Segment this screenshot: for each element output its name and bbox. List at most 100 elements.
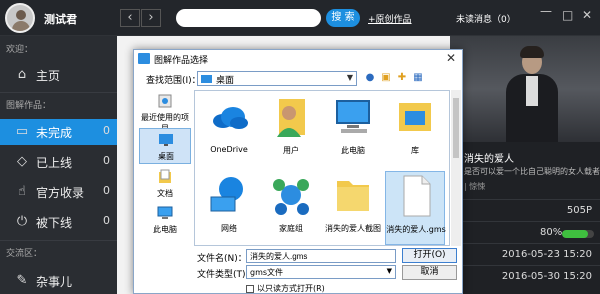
sidebar-item-official[interactable]: ☝ 官方收录 0 xyxy=(0,179,117,205)
dialog-title-bar[interactable]: 图解作品选择 ✕ xyxy=(134,50,462,68)
file-list-scrollbar[interactable] xyxy=(451,90,461,246)
top-bar: 测试君 ‹ › 搜 索 +原创作品 未读消息（0） — □ ✕ xyxy=(0,0,600,36)
file-label: 消失的爱人.gms xyxy=(386,225,446,234)
cancel-button[interactable]: 取消 xyxy=(402,265,457,280)
homegroup-icon xyxy=(273,179,309,215)
back-arrow-icon[interactable]: ● xyxy=(363,71,377,85)
date-row-2: 2016-05-30 15:20 xyxy=(450,265,600,287)
place-recent[interactable]: 最近使用的项目 xyxy=(139,90,191,133)
dialog-close-button[interactable]: ✕ xyxy=(446,51,456,65)
file-gms[interactable]: 消失的爱人.gms xyxy=(385,171,446,245)
unread-messages-link[interactable]: 未读消息（0） xyxy=(456,12,516,25)
date-row-1: 2016-05-23 15:20 xyxy=(450,243,600,265)
work-poster-image[interactable] xyxy=(450,36,600,142)
work-tags: | 惊悚 xyxy=(464,182,486,191)
sidebar-item-label: 被下线 xyxy=(36,216,73,230)
file-onedrive[interactable]: OneDrive xyxy=(199,93,259,167)
place-documents[interactable]: 文档 xyxy=(139,166,191,202)
publish-original-link[interactable]: +原创作品 xyxy=(368,12,412,25)
look-in-label: 查找范围(I)： xyxy=(146,76,201,86)
chevron-down-icon: ▼ xyxy=(346,73,353,82)
works-section-label: 图解作品： xyxy=(6,101,52,111)
open-button[interactable]: 打开(O) xyxy=(402,248,457,263)
view-menu-icon[interactable]: ▦ xyxy=(411,71,425,85)
filetype-value: gms文件 xyxy=(250,268,284,277)
file-label: 此电脑 xyxy=(341,146,365,155)
sidebar-item-home[interactable]: ⌂ 主页 xyxy=(0,62,117,88)
thumb-up-icon: ☝ xyxy=(18,184,26,199)
sidebar-item-online[interactable]: ◇ 已上线 0 xyxy=(0,149,117,175)
progress-percent: 80% xyxy=(540,227,563,238)
desktop-folder-icon xyxy=(201,75,212,83)
place-label: 桌面 xyxy=(158,152,174,161)
chat-icon: ✎ xyxy=(16,273,28,288)
filetype-select[interactable]: gms文件 ▼ xyxy=(246,265,396,279)
close-button[interactable]: ✕ xyxy=(582,8,592,22)
folder-icon xyxy=(337,181,369,211)
maximize-button[interactable]: □ xyxy=(562,8,573,22)
this-pc-icon xyxy=(157,206,173,219)
avatar[interactable] xyxy=(5,3,35,33)
exchange-section-label: 交流区： xyxy=(6,249,43,259)
welcome-label: 欢迎： xyxy=(6,45,34,55)
minimize-button[interactable]: — xyxy=(540,4,552,18)
file-list: OneDrive 用户 此电脑 库 网络 家庭组 消失的爱人截图 消失的爱人.g… xyxy=(194,90,450,246)
tag-icon: ◇ xyxy=(17,154,27,169)
place-desktop[interactable]: 桌面 xyxy=(139,128,191,164)
sidebar-item-unfinished[interactable]: ▭ 未完成 0 xyxy=(0,119,117,145)
readonly-checkbox[interactable] xyxy=(246,284,254,293)
recent-icon xyxy=(158,94,172,108)
username: 测试君 xyxy=(44,13,77,26)
look-in-select[interactable]: 桌面 ▼ xyxy=(197,71,357,86)
sidebar-item-count: 0 xyxy=(103,214,110,227)
home-icon: ⌂ xyxy=(17,67,27,82)
work-size: 505P xyxy=(566,205,592,216)
search-button[interactable]: 搜 索 xyxy=(326,9,360,27)
file-library[interactable]: 库 xyxy=(385,93,445,167)
sidebar-item-label: 主页 xyxy=(36,69,61,83)
file-label: 库 xyxy=(411,146,419,155)
look-in-value: 桌面 xyxy=(216,76,235,86)
back-button[interactable]: ‹ xyxy=(120,9,140,27)
sidebar: 欢迎： ⌂ 主页 图解作品： ▭ 未完成 0 ◇ 已上线 0 ☝ 官方收录 0 … xyxy=(0,36,117,294)
desktop-icon xyxy=(159,134,173,146)
documents-icon xyxy=(159,169,171,183)
app-window: 测试君 ‹ › 搜 索 +原创作品 未读消息（0） — □ ✕ 欢迎： ⌂ 主页… xyxy=(0,0,600,294)
onedrive-icon xyxy=(213,107,248,129)
readonly-checkbox-row[interactable]: 以只读方式打开(R) xyxy=(246,283,325,294)
places-bar: 最近使用的项目 桌面 文档 此电脑 xyxy=(139,90,191,240)
file-label: 网络 xyxy=(221,224,237,233)
file-network[interactable]: 网络 xyxy=(199,171,259,245)
file-screenshots-folder[interactable]: 消失的爱人截图 xyxy=(323,171,383,245)
sidebar-item-count: 0 xyxy=(103,154,110,167)
work-date-1: 2016-05-23 15:20 xyxy=(501,249,592,260)
place-label: 此电脑 xyxy=(153,225,177,234)
file-label: OneDrive xyxy=(210,145,248,154)
new-folder-icon[interactable]: ✚ xyxy=(395,71,409,85)
search-input[interactable] xyxy=(176,9,321,27)
monitor-icon: ▭ xyxy=(15,124,29,139)
work-detail-panel: 消失的爱人 是否可以爱一个比自己聪明的女人载者嫁 | 惊悚 505P 80% 2… xyxy=(450,36,600,294)
up-folder-icon[interactable]: ▣ xyxy=(379,71,393,85)
file-icon xyxy=(403,175,431,217)
computer-icon xyxy=(336,100,370,133)
sidebar-item-offline[interactable]: ⏻ 被下线 0 xyxy=(0,209,117,235)
filename-label: 文件名(N)： xyxy=(197,254,247,264)
sidebar-item-label: 未完成 xyxy=(36,126,73,140)
place-this-pc[interactable]: 此电脑 xyxy=(139,202,191,238)
file-this-pc[interactable]: 此电脑 xyxy=(323,93,383,167)
sidebar-item-misc[interactable]: ✎ 杂事儿 xyxy=(0,268,117,294)
progress-row: 80% xyxy=(450,221,600,243)
progress-bar xyxy=(562,230,594,238)
sidebar-item-label: 杂事儿 xyxy=(36,275,73,289)
work-description: 是否可以爱一个比自己聪明的女人载者嫁 xyxy=(464,167,600,176)
work-date-2: 2016-05-30 15:20 xyxy=(501,271,592,282)
forward-button[interactable]: › xyxy=(141,9,161,27)
file-users[interactable]: 用户 xyxy=(261,93,321,167)
library-icon xyxy=(399,103,431,131)
chevron-down-icon: ▼ xyxy=(386,267,392,275)
file-open-dialog: 图解作品选择 ✕ 查找范围(I)： 桌面 ▼ ● ▣ ✚ ▦ 最近使用的项目 桌… xyxy=(133,49,463,294)
file-homegroup[interactable]: 家庭组 xyxy=(261,171,321,245)
filename-input[interactable] xyxy=(246,249,396,263)
user-folder-icon xyxy=(277,99,305,137)
